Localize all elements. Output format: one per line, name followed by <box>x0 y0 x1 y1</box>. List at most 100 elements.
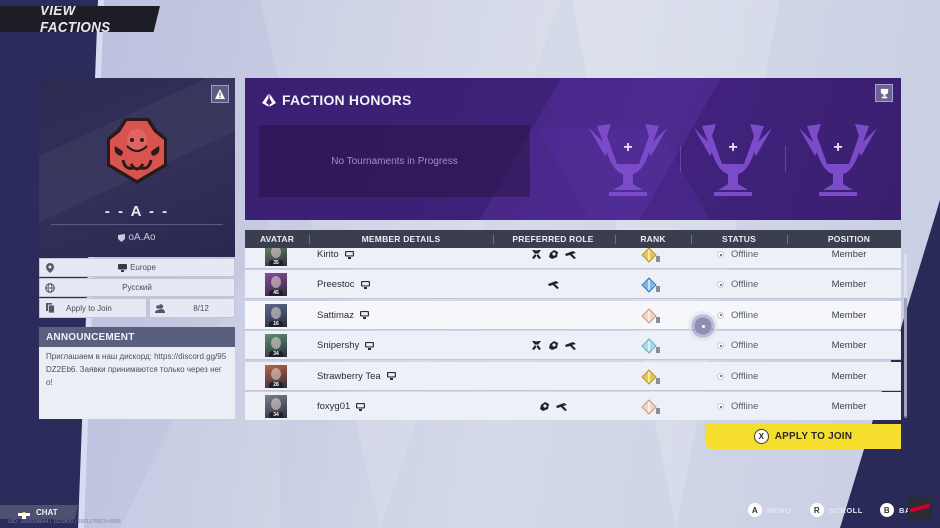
level-badge: 45 <box>269 290 283 297</box>
warning-icon <box>215 89 225 99</box>
member-row[interactable]: 45 Preestoc Offline Member <box>245 270 901 300</box>
table-header: AVATAR MEMBER DETAILS PREFERRED ROLE RAN… <box>245 230 901 248</box>
role-strategist-icon <box>564 251 576 259</box>
level-badge: 34 <box>269 351 283 358</box>
member-position: Member <box>831 370 867 382</box>
region-value: Europe <box>130 263 156 272</box>
member-details[interactable]: Kirito <box>317 248 354 269</box>
member-position: Member <box>831 249 867 260</box>
offline-status-icon <box>717 251 724 258</box>
a-button-icon: A <box>748 503 762 517</box>
member-details[interactable]: Sattimaz <box>317 301 369 330</box>
rank-bronze-icon <box>641 308 660 324</box>
column-header-preferred-role: PREFERRED ROLE <box>512 234 594 244</box>
x-button-icon: X <box>753 429 769 444</box>
role-strategist-icon <box>547 281 559 290</box>
trophy-button[interactable] <box>875 84 893 102</box>
no-tournaments-message: No Tournaments in Progress <box>259 125 530 197</box>
rank-gold-icon <box>641 368 660 385</box>
preferred-roles <box>493 248 613 269</box>
pc-icon <box>365 341 375 350</box>
avatar[interactable]: 34 <box>265 395 287 418</box>
member-row[interactable]: 28 Strawberry Tea Offline Member <box>245 361 901 391</box>
offline-status-icon <box>717 372 724 380</box>
avatar[interactable]: 45 <box>265 273 287 297</box>
member-status: Offline <box>717 301 758 330</box>
chat-tab[interactable]: CHAT <box>0 505 78 519</box>
role-strategist-icon <box>564 342 576 351</box>
application-doc-icon <box>45 303 55 313</box>
pc-icon <box>386 372 396 381</box>
avatar[interactable]: 28 <box>265 364 287 388</box>
trophy-slot-1[interactable]: + <box>585 118 671 200</box>
apply-to-join-button[interactable]: X APPLY TO JOIN <box>705 424 901 449</box>
column-header-position: POSITION <box>827 234 871 244</box>
preferred-roles <box>493 392 613 420</box>
lt-trigger-icon <box>18 508 30 519</box>
preferred-roles <box>493 362 613 391</box>
trophy-slot-3[interactable]: + <box>795 118 881 200</box>
member-position: Member <box>831 279 867 291</box>
rank-gold-icon <box>641 248 660 263</box>
empty-trophy-icon: + <box>799 124 877 196</box>
empty-trophy-icon: + <box>589 124 667 196</box>
pc-icon <box>360 280 370 289</box>
faction-emblem-icon <box>262 93 276 107</box>
uid-text: UID: 1000008644 | 1520830 | 2001170813×0… <box>8 519 121 525</box>
scrollbar-thumb[interactable] <box>904 298 907 416</box>
page-title-banner: VIEW FACTIONS <box>0 6 160 32</box>
role-duelist-icon <box>548 250 558 259</box>
member-details[interactable]: Strawberry Tea <box>317 362 396 391</box>
members-list: 35 Kirito Offline Member 45 Preestoc Off… <box>245 248 901 420</box>
avatar[interactable]: 16 <box>265 303 287 327</box>
svg-text:+: + <box>623 139 632 156</box>
level-badge: 34 <box>269 412 283 418</box>
divider <box>785 146 786 172</box>
member-status: Offline <box>717 331 758 360</box>
avatar[interactable]: 34 <box>265 334 287 358</box>
faction-honors-title: FACTION HONORS <box>261 92 412 108</box>
member-row[interactable]: 35 Kirito Offline Member <box>245 248 901 269</box>
member-row[interactable]: 34 foxyg01 Offline Member <box>245 392 901 420</box>
member-row[interactable]: 34 Snipershy Offline Member <box>245 331 901 361</box>
member-details[interactable]: foxyg01 <box>317 392 366 420</box>
faction-logo-octopus-icon <box>107 118 167 184</box>
rank-bronze-icon <box>641 399 660 415</box>
region-row: Europe <box>39 258 235 277</box>
role-vanguard-icon <box>531 341 541 351</box>
role-duelist-icon <box>548 341 558 351</box>
empty-trophy-icon: + <box>694 124 772 196</box>
pc-icon <box>356 402 366 411</box>
hint-menu[interactable]: A MENU <box>748 503 791 517</box>
member-status: Offline <box>717 248 758 269</box>
rank-platinum-icon <box>641 338 660 354</box>
member-row[interactable]: 16 Sattimaz Offline Member <box>245 300 901 330</box>
location-pin-icon <box>45 262 55 273</box>
chat-label: CHAT <box>36 507 58 517</box>
member-details[interactable]: Snipershy <box>317 331 375 360</box>
faction-tag: oA.Ao <box>39 232 235 243</box>
column-header-member-details: MEMBER DETAILS <box>361 234 441 244</box>
preferred-roles <box>493 301 613 330</box>
members-scrollbar[interactable] <box>904 254 907 418</box>
hint-scroll[interactable]: R SCROLL <box>810 503 863 517</box>
role-strategist-icon <box>556 403 567 411</box>
r-stick-icon: R <box>810 503 824 517</box>
pc-icon <box>118 263 128 272</box>
level-badge: 16 <box>269 320 283 327</box>
member-details[interactable]: Preestoc <box>317 270 370 299</box>
hint-back[interactable]: B BA <box>880 503 911 517</box>
faction-name: - - A - - <box>104 203 170 220</box>
announcement-title: ANNOUNCEMENT <box>39 327 235 347</box>
avatar[interactable]: 35 <box>265 248 287 266</box>
member-position: Member <box>831 309 867 321</box>
report-button[interactable] <box>211 85 229 103</box>
language-value: Русский <box>122 283 152 292</box>
language-row: Русский <box>39 278 235 297</box>
trophy-slot-2[interactable]: + <box>690 118 776 200</box>
preferred-roles <box>493 331 613 360</box>
member-name: Sattimaz <box>317 309 354 321</box>
streamer-overlay-image <box>908 497 932 519</box>
join-and-members-row: Apply to Join 8/12 <box>39 298 235 318</box>
role-vanguard-icon <box>531 250 541 259</box>
